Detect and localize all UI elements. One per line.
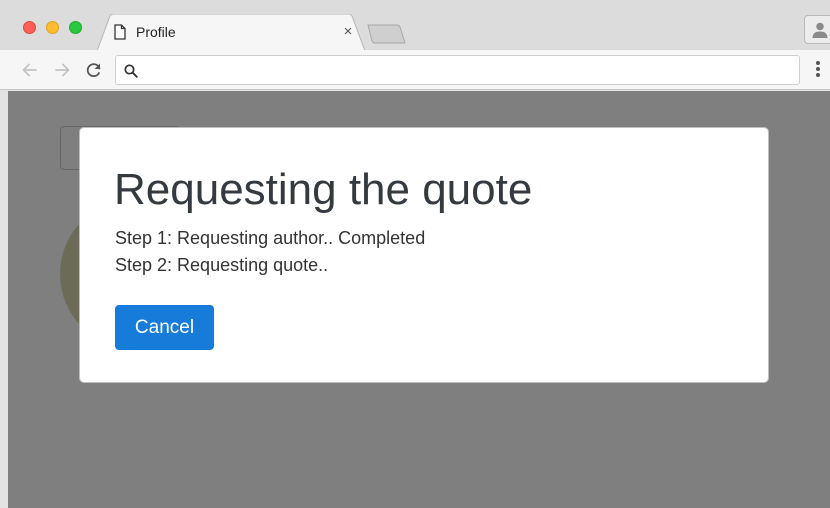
tab-profile[interactable]: Profile × [97, 14, 365, 51]
step-status-2: Step 2: Requesting quote.. [115, 255, 329, 275]
profile-button[interactable] [804, 15, 830, 44]
kebab-menu-icon [816, 61, 820, 65]
tab-title: Profile [136, 24, 176, 40]
forward-button[interactable] [52, 60, 72, 80]
tab-close-icon[interactable]: × [341, 23, 355, 41]
maximize-window-button[interactable] [69, 21, 82, 34]
address-bar[interactable] [115, 55, 800, 85]
reload-icon [84, 63, 104, 84]
arrow-left-icon [20, 63, 40, 84]
tab-strip: Profile × [0, 0, 830, 51]
address-input[interactable] [146, 60, 786, 80]
browser-menu-button[interactable] [812, 59, 824, 81]
browser-toolbar [0, 50, 830, 90]
page-viewport: Requesting the quote Step 1: Requesting … [8, 91, 830, 508]
modal-title: Requesting the quote [114, 165, 533, 214]
arrow-right-icon [52, 63, 72, 84]
cancel-button[interactable]: Cancel [115, 305, 214, 350]
minimize-window-button[interactable] [46, 21, 59, 34]
document-icon [114, 24, 126, 40]
new-tab-button[interactable] [367, 24, 407, 44]
back-button[interactable] [20, 60, 40, 80]
step-status-1: Step 1: Requesting author.. Completed [115, 228, 426, 248]
kebab-dot [816, 67, 820, 71]
kebab-dot [816, 73, 820, 77]
close-window-button[interactable] [23, 21, 36, 34]
quote-request-modal: Requesting the quote Step 1: Requesting … [79, 127, 769, 383]
browser-window: Profile × Requesting the quote Step 1: R… [0, 0, 830, 508]
reload-button[interactable] [84, 60, 104, 80]
